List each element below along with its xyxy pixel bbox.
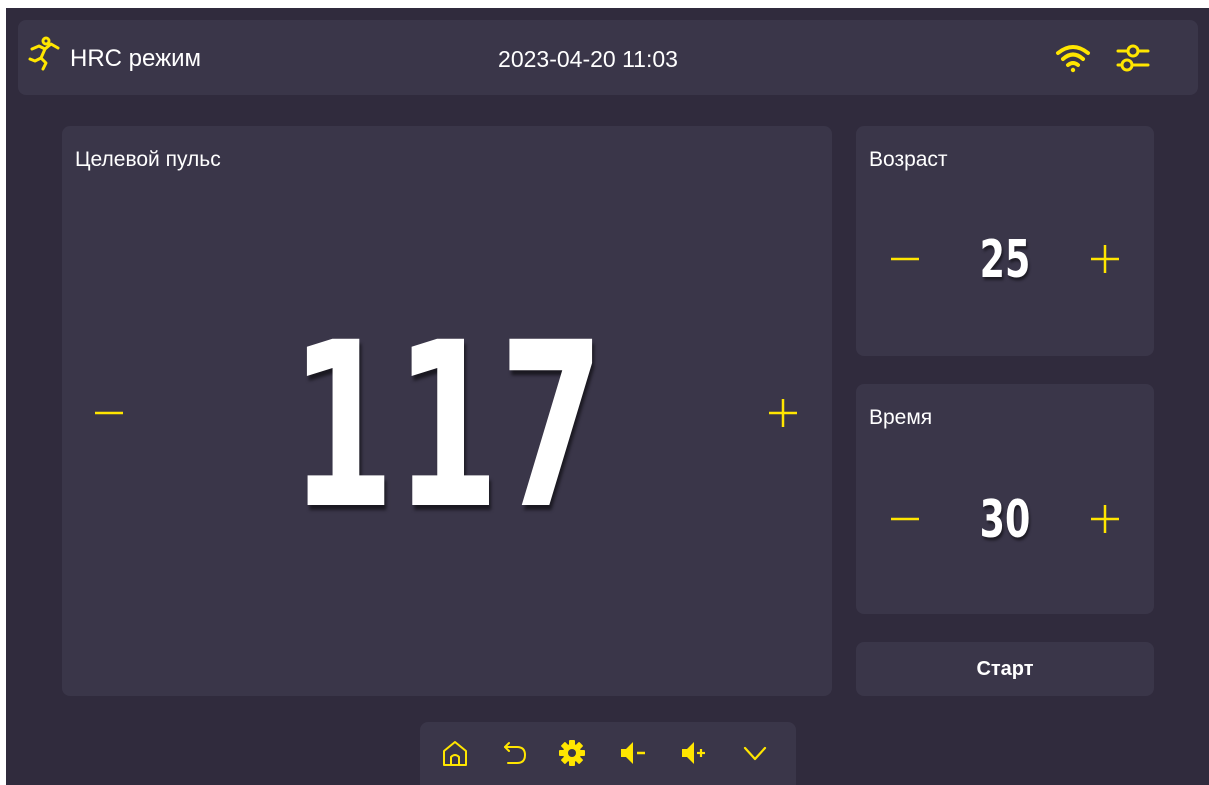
mode-title: HRC режим (70, 45, 202, 72)
target-pulse-decrease-button[interactable] (92, 396, 126, 430)
volume-down-icon[interactable] (618, 738, 648, 768)
target-pulse-value: 117 (289, 293, 605, 559)
time-title: Время (869, 406, 933, 429)
back-icon[interactable] (500, 738, 530, 768)
age-title: Возраст (869, 148, 948, 171)
gear-icon[interactable] (557, 738, 587, 768)
age-panel: Возраст 25 (856, 126, 1154, 356)
home-icon[interactable] (440, 738, 470, 768)
target-pulse-title: Целевой пульс (75, 148, 221, 171)
wifi-icon[interactable] (1055, 42, 1091, 74)
running-person-icon (28, 36, 60, 71)
age-increase-button[interactable] (1088, 242, 1122, 276)
hrc-screen: HRC режим 2023-04-20 11:03 Целевой пульс… (6, 8, 1209, 785)
time-panel: Время 30 (856, 384, 1154, 614)
target-pulse-panel: Целевой пульс 117 (62, 126, 832, 696)
bottom-nav-bar (420, 722, 796, 785)
sliders-icon[interactable] (1116, 40, 1150, 76)
time-increase-button[interactable] (1088, 502, 1122, 536)
datetime-display: 2023-04-20 11:03 (498, 46, 678, 72)
age-value: 25 (979, 230, 1031, 290)
time-value: 30 (979, 490, 1031, 550)
top-bar: HRC режим 2023-04-20 11:03 (18, 20, 1198, 95)
chevron-down-icon[interactable] (740, 738, 770, 768)
volume-up-icon[interactable] (679, 738, 709, 768)
start-button[interactable]: Старт (856, 642, 1154, 696)
target-pulse-increase-button[interactable] (766, 396, 800, 430)
